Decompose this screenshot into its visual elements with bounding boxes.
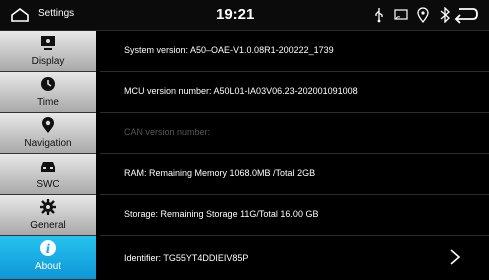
- sidebar-item-time[interactable]: Time: [0, 72, 96, 113]
- back-icon[interactable]: [450, 6, 480, 24]
- identifier-text: Identifier: TG55YT4DDIEIV85P: [124, 253, 249, 263]
- display-icon: [41, 36, 55, 50]
- svg-text:i: i: [46, 242, 51, 256]
- mcu-version-row: MCU version number: A50L01-IA03V06.23-20…: [100, 72, 489, 113]
- info-icon: i: [40, 240, 56, 256]
- sidebar-item-about[interactable]: i About: [0, 236, 96, 280]
- sidebar-item-label: SWC: [36, 179, 60, 190]
- system-version-row: System version: A50–OAE-V1.0.08R1-200222…: [100, 31, 489, 72]
- sidebar-item-label: About: [34, 261, 62, 272]
- sidebar-item-label: Time: [37, 97, 59, 108]
- steering-wheel-control-icon: [41, 162, 55, 172]
- clock-icon: [41, 77, 55, 91]
- can-version-row: CAN version number:: [100, 113, 489, 154]
- screen-mirror-icon: [394, 7, 408, 23]
- sidebar-item-navigation[interactable]: Navigation: [0, 113, 96, 154]
- identifier-row[interactable]: Identifier: TG55YT4DDIEIV85P: [100, 236, 489, 280]
- settings-sidebar: Display Time Navigation SWC General i Ab…: [0, 31, 96, 280]
- can-version-text: CAN version number:: [124, 127, 211, 137]
- ram-row: RAM: Remaining Memory 1068.0MB /Total 2G…: [100, 154, 489, 195]
- clock: 19:21: [216, 6, 255, 23]
- ram-text: RAM: Remaining Memory 1068.0MB /Total 2G…: [124, 168, 316, 178]
- about-panel: System version: A50–OAE-V1.0.08R1-200222…: [100, 31, 489, 280]
- page-title: Settings: [38, 8, 75, 19]
- system-version-text: System version: A50–OAE-V1.0.08R1-200222…: [124, 45, 334, 55]
- status-bar: Settings 19:21: [0, 0, 489, 31]
- sidebar-item-general[interactable]: General: [0, 195, 96, 236]
- sidebar-item-swc[interactable]: SWC: [0, 154, 96, 195]
- usb-icon: [372, 7, 386, 23]
- sidebar-item-label: Display: [31, 56, 65, 67]
- location-pin-icon: [42, 117, 54, 133]
- mcu-version-text: MCU version number: A50L01-IA03V06.23-20…: [124, 86, 358, 96]
- location-icon: [416, 7, 430, 24]
- sidebar-item-label: Navigation: [24, 138, 72, 149]
- storage-row: Storage: Remaining Storage 11G/Total 16.…: [100, 195, 489, 236]
- chevron-right-icon[interactable]: [448, 248, 462, 266]
- sidebar-item-display[interactable]: Display: [0, 31, 96, 72]
- sidebar-item-label: General: [30, 220, 66, 231]
- gear-icon: [40, 199, 56, 215]
- status-icons: [372, 6, 452, 24]
- home-icon[interactable]: [10, 6, 30, 24]
- storage-text: Storage: Remaining Storage 11G/Total 16.…: [124, 209, 319, 219]
